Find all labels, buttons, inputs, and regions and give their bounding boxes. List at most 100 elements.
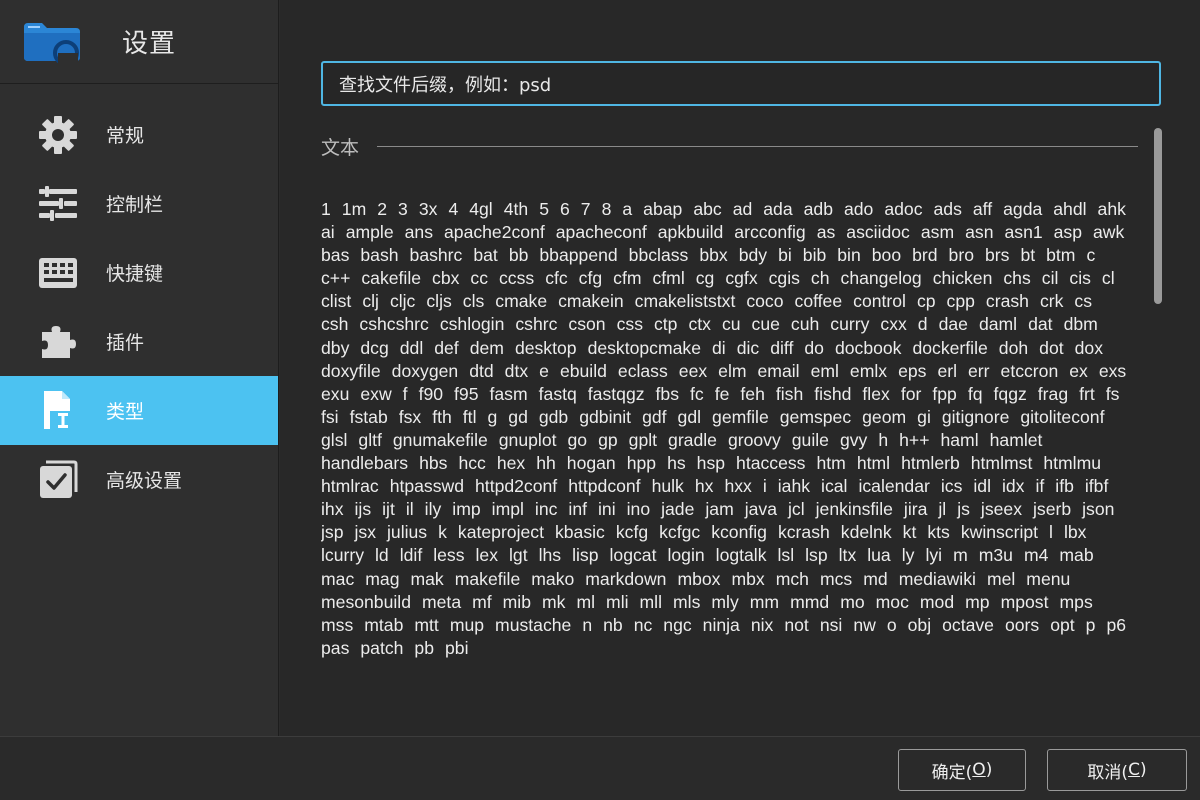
type-item[interactable]: obj — [908, 614, 931, 637]
type-item[interactable]: cljs — [426, 290, 451, 313]
type-item[interactable]: doxygen — [392, 360, 459, 383]
type-item[interactable]: 8 — [602, 198, 612, 221]
type-item[interactable]: lex — [476, 544, 499, 567]
type-item[interactable]: ninja — [703, 614, 740, 637]
type-item[interactable]: hbs — [419, 452, 447, 475]
type-item[interactable]: mag — [365, 568, 399, 591]
type-item[interactable]: bbappend — [539, 244, 617, 267]
type-item[interactable]: fastqgz — [588, 383, 645, 406]
type-item[interactable]: go — [568, 429, 588, 452]
type-item[interactable]: guile — [792, 429, 829, 452]
type-item[interactable]: jserb — [1033, 498, 1071, 521]
type-item[interactable]: doxyfile — [321, 360, 381, 383]
type-item[interactable]: nw — [853, 614, 876, 637]
type-item[interactable]: menu — [1026, 568, 1070, 591]
type-item[interactable]: htmlmu — [1043, 452, 1101, 475]
type-item[interactable]: ex — [1069, 360, 1088, 383]
type-item[interactable]: bdy — [739, 244, 767, 267]
type-item[interactable]: adb — [804, 198, 833, 221]
type-item[interactable]: ado — [844, 198, 873, 221]
type-item[interactable]: htpasswd — [390, 475, 464, 498]
type-item[interactable]: lgt — [509, 544, 528, 567]
type-item[interactable]: mo — [840, 591, 864, 614]
type-item[interactable]: fq — [968, 383, 983, 406]
type-item[interactable]: kcfgc — [659, 521, 700, 544]
search-input[interactable] — [321, 61, 1161, 106]
type-item[interactable]: mli — [606, 591, 628, 614]
type-item[interactable]: elm — [718, 360, 746, 383]
type-item[interactable]: apache2conf — [444, 221, 545, 244]
type-item[interactable]: chs — [1003, 267, 1030, 290]
type-item[interactable]: 1m — [342, 198, 366, 221]
ok-button[interactable]: 确定(O) — [898, 749, 1026, 791]
type-item[interactable]: i — [763, 475, 767, 498]
type-item[interactable]: gplt — [629, 429, 657, 452]
type-item[interactable]: lbx — [1064, 521, 1087, 544]
type-item[interactable]: ebuild — [560, 360, 607, 383]
type-item[interactable]: fishd — [814, 383, 851, 406]
type-item[interactable]: mll — [640, 591, 662, 614]
type-item[interactable]: e — [539, 360, 549, 383]
type-item[interactable]: daml — [979, 313, 1017, 336]
type-item[interactable]: mtt — [414, 614, 438, 637]
type-item[interactable]: jsx — [355, 521, 377, 544]
type-item[interactable]: 4th — [504, 198, 528, 221]
type-item[interactable]: gi — [917, 406, 931, 429]
type-item[interactable]: moc — [876, 591, 909, 614]
type-item[interactable]: fish — [776, 383, 803, 406]
scrollbar-thumb[interactable] — [1154, 128, 1162, 304]
type-item[interactable]: mm — [750, 591, 779, 614]
type-item[interactable]: ihx — [321, 498, 344, 521]
type-item[interactable]: asm — [921, 221, 954, 244]
type-item[interactable]: nsi — [820, 614, 843, 637]
type-item[interactable]: fstab — [350, 406, 388, 429]
type-item[interactable]: dbm — [1064, 313, 1098, 336]
type-item[interactable]: hamlet — [990, 429, 1043, 452]
type-item[interactable]: cson — [568, 313, 605, 336]
type-item[interactable]: pas — [321, 637, 349, 660]
type-item[interactable]: httpdconf — [568, 475, 640, 498]
type-item[interactable]: mab — [1059, 544, 1093, 567]
type-item[interactable]: 6 — [560, 198, 570, 221]
type-item[interactable]: gdbinit — [579, 406, 631, 429]
type-item[interactable]: coffee — [795, 290, 843, 313]
type-item[interactable]: ad — [733, 198, 753, 221]
type-item[interactable]: ftl — [463, 406, 477, 429]
type-item[interactable]: mp — [965, 591, 989, 614]
type-item[interactable]: fsi — [321, 406, 339, 429]
type-item[interactable]: mf — [472, 591, 492, 614]
type-item[interactable]: mk — [542, 591, 565, 614]
type-item[interactable]: jl — [938, 498, 946, 521]
type-item[interactable]: l — [1049, 521, 1053, 544]
type-item[interactable]: emlx — [850, 360, 887, 383]
type-item[interactable]: m4 — [1024, 544, 1048, 567]
type-item[interactable]: ical — [821, 475, 847, 498]
type-item[interactable]: lisp — [572, 544, 598, 567]
type-item[interactable]: mmd — [790, 591, 829, 614]
type-item[interactable]: gltf — [358, 429, 381, 452]
type-item[interactable]: cshlogin — [440, 313, 505, 336]
type-item[interactable]: bbclass — [629, 244, 689, 267]
type-item[interactable]: jcl — [788, 498, 805, 521]
type-item[interactable]: bi — [778, 244, 792, 267]
type-item[interactable]: html — [857, 452, 890, 475]
type-item[interactable]: jira — [904, 498, 927, 521]
type-item[interactable]: cakefile — [361, 267, 421, 290]
type-item[interactable]: ics — [941, 475, 963, 498]
type-item[interactable]: flex — [862, 383, 889, 406]
type-item[interactable]: cuh — [791, 313, 819, 336]
type-item[interactable]: btm — [1046, 244, 1075, 267]
type-item[interactable]: dat — [1028, 313, 1052, 336]
type-item[interactable]: ctp — [654, 313, 677, 336]
type-item[interactable]: dtx — [505, 360, 528, 383]
type-item[interactable]: eml — [811, 360, 839, 383]
type-item[interactable]: apacheconf — [556, 221, 647, 244]
type-item[interactable]: apkbuild — [658, 221, 724, 244]
type-item[interactable]: c++ — [321, 267, 350, 290]
type-item[interactable]: chicken — [933, 267, 993, 290]
type-item[interactable]: gdb — [539, 406, 568, 429]
type-item[interactable]: cxx — [880, 313, 906, 336]
type-item[interactable]: 2 — [377, 198, 387, 221]
type-item[interactable]: ahdl — [1053, 198, 1086, 221]
type-item[interactable]: opt — [1050, 614, 1074, 637]
